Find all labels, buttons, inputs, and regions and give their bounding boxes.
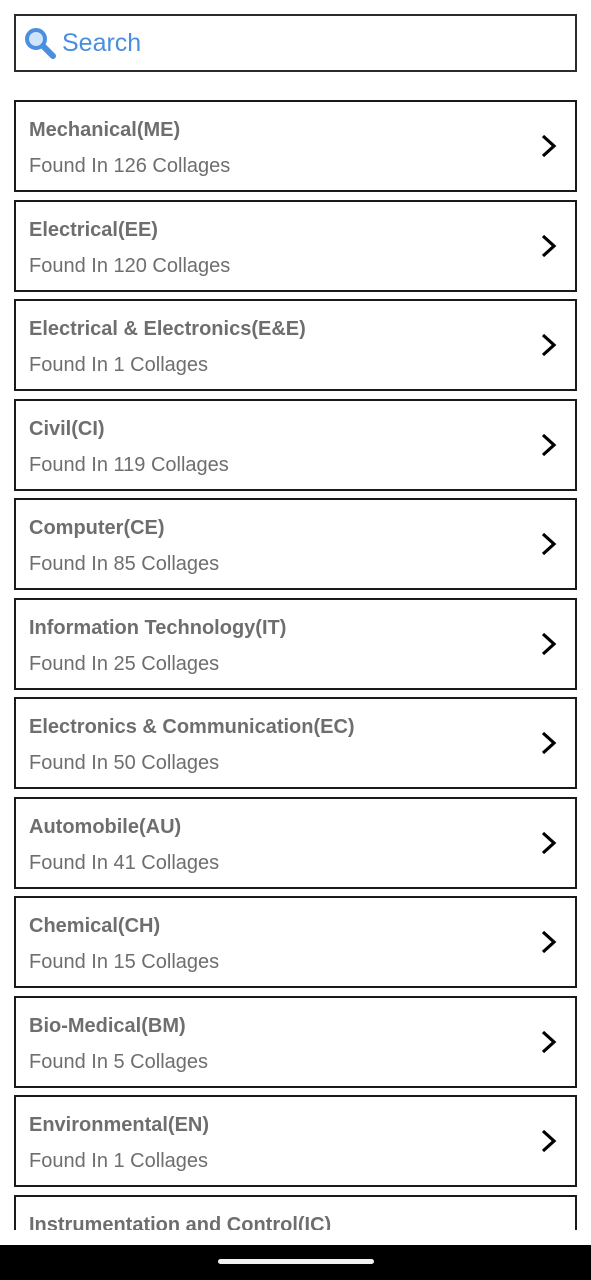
college-count: Found In 85 Collages	[29, 553, 220, 575]
chevron-right-icon	[541, 333, 557, 357]
college-count: Found In 41 Collages	[29, 851, 220, 874]
branch-name: Automobile(AU)	[29, 815, 182, 838]
chevron-right-icon	[541, 234, 557, 257]
chevron-right-icon	[541, 1129, 557, 1153]
college-count: Found In 126 Collages	[29, 155, 231, 177]
chevron-right-icon	[541, 433, 557, 456]
search-input[interactable]	[62, 28, 542, 58]
branch-name: Chemical(CH)	[29, 915, 161, 937]
list-item[interactable]: Electronics & Communication(EC) Found In…	[14, 697, 577, 789]
branch-name: Civil(CI)	[29, 417, 105, 440]
chevron-right-icon	[543, 1229, 545, 1230]
college-count: Found In 119 Collages	[29, 453, 229, 476]
branch-name: Instrumentation and Control(IC)	[29, 1213, 332, 1231]
college-count: Found In 15 Collages	[29, 951, 220, 973]
list-item[interactable]: Chemical(CH) Found In 15 Collages	[14, 896, 577, 988]
branch-name: Environmental(EN)	[29, 1114, 210, 1136]
chevron-right-icon	[541, 532, 557, 556]
branch-name: Computer(CE)	[29, 517, 165, 539]
college-count: Found In 50 Collages	[29, 752, 220, 774]
list-item[interactable]: Environmental(EN) Found In 1 Collages	[14, 1095, 577, 1187]
college-count: Found In 1 Collages	[29, 1150, 209, 1172]
branch-name: Electrical & Electronics(E&E)	[29, 318, 306, 340]
list-item[interactable]: Electrical & Electronics(E&E) Found In 1…	[14, 299, 577, 391]
list-item[interactable]: Information Technology(IT) Found In 25 C…	[14, 597, 577, 690]
system-navigation-bar	[0, 1245, 591, 1280]
chevron-right-icon	[541, 731, 557, 755]
list-item[interactable]: Mechanical(ME) Found In 126 Collages	[14, 100, 577, 192]
list-item[interactable]: Computer(CE) Found In 85 Collages	[14, 498, 577, 590]
chevron-right-icon	[541, 1030, 557, 1053]
branch-name: Mechanical(ME)	[29, 119, 181, 141]
branch-name: Information Technology(IT)	[29, 616, 287, 639]
college-count: Found In 1 Collages	[29, 354, 209, 376]
chevron-right-icon	[541, 831, 557, 854]
list-item[interactable]: Bio-Medical(BM) Found In 5 Collages	[14, 995, 577, 1088]
list-item[interactable]: Electrical(EE) Found In 120 Collages	[14, 199, 577, 292]
screen: Mechanical(ME) Found In 126 Collages Ele…	[0, 0, 591, 1280]
chevron-right-icon	[541, 134, 557, 158]
college-count: Found In 5 Collages	[29, 1050, 209, 1073]
list-item[interactable]: Instrumentation and Control(IC)	[14, 1194, 577, 1231]
branch-list: Mechanical(ME) Found In 126 Collages Ele…	[14, 100, 577, 1230]
college-count: Found In 25 Collages	[29, 652, 220, 675]
list-item[interactable]: Civil(CI) Found In 119 Collages	[14, 398, 577, 491]
chevron-right-icon	[541, 632, 557, 655]
branch-name: Electronics & Communication(EC)	[29, 716, 355, 738]
list-item[interactable]: Automobile(AU) Found In 41 Collages	[14, 796, 577, 889]
college-count: Found In 120 Collages	[29, 254, 231, 277]
branch-name: Bio-Medical(BM)	[29, 1014, 186, 1037]
home-gesture-handle[interactable]	[218, 1259, 374, 1264]
search-bar[interactable]	[14, 14, 577, 72]
branch-name: Electrical(EE)	[29, 218, 158, 241]
magnifier-icon	[22, 25, 58, 61]
chevron-right-icon	[541, 930, 557, 954]
